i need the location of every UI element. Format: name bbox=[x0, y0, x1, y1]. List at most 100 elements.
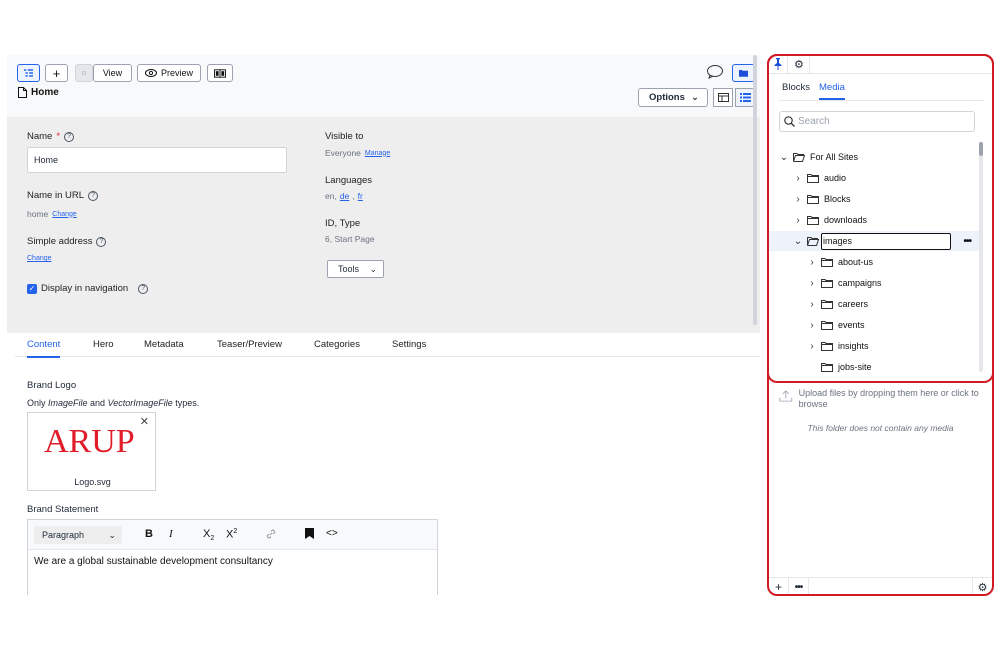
upload-dropzone[interactable]: Upload files by dropping them here or cl… bbox=[779, 388, 979, 410]
tree-item-campaigns[interactable]: › campaigns bbox=[769, 273, 981, 293]
folder-icon bbox=[821, 362, 833, 372]
page-title: Home bbox=[18, 87, 59, 98]
empty-folder-message: This folder does not contain any media bbox=[807, 423, 954, 433]
tree-item-events[interactable]: › events bbox=[769, 315, 981, 335]
logo-file-name: Logo.svg bbox=[74, 477, 111, 487]
tree-scrollbar-thumb[interactable] bbox=[979, 142, 983, 156]
compare-icon bbox=[214, 68, 226, 78]
media-search-input[interactable]: Search bbox=[779, 111, 975, 132]
page-tree-toggle-button[interactable] bbox=[17, 64, 40, 82]
plus-icon[interactable]: + bbox=[769, 577, 789, 594]
chevron-down-icon[interactable]: ⌄ bbox=[779, 152, 789, 163]
compare-button[interactable] bbox=[207, 64, 233, 82]
tab-settings[interactable]: Settings bbox=[392, 339, 426, 350]
languages-label: Languages bbox=[325, 175, 373, 186]
tree-item-about-us[interactable]: › about-us bbox=[769, 252, 981, 272]
chevron-right-icon[interactable]: › bbox=[793, 173, 803, 184]
chevron-down-icon[interactable]: ⌄ bbox=[793, 236, 803, 247]
help-icon[interactable]: ? bbox=[64, 131, 75, 142]
bookmark-icon[interactable] bbox=[305, 528, 314, 542]
italic-icon[interactable]: I bbox=[169, 528, 173, 540]
id-type-value: 6, Start Page bbox=[325, 234, 375, 244]
search-placeholder: Search bbox=[798, 116, 830, 127]
chevron-right-icon[interactable]: › bbox=[807, 299, 817, 310]
page-title-text: Home bbox=[31, 87, 59, 98]
layout-list-button[interactable] bbox=[735, 88, 755, 107]
editor-scrollbar[interactable] bbox=[753, 55, 757, 325]
chevron-right-icon[interactable]: › bbox=[807, 320, 817, 331]
tree-item-jobs-site[interactable]: jobs-site bbox=[769, 357, 981, 376]
tab-content[interactable]: Content bbox=[27, 339, 61, 358]
eye-icon bbox=[144, 69, 157, 77]
brand-logo-card[interactable]: ARUP ✕ Logo.svg bbox=[27, 412, 156, 491]
gear-icon[interactable]: ⚙ bbox=[794, 58, 804, 71]
chevron-right-icon[interactable]: › bbox=[793, 215, 803, 226]
more-options-icon[interactable]: ••• bbox=[963, 236, 971, 247]
tree-scrollbar[interactable] bbox=[979, 142, 983, 372]
close-icon[interactable]: ✕ bbox=[140, 415, 149, 428]
media-panel-toggle-button[interactable] bbox=[732, 64, 755, 82]
tab-categories[interactable]: Categories bbox=[314, 339, 360, 350]
tab-metadata[interactable]: Metadata bbox=[144, 339, 184, 350]
options-dropdown[interactable]: Options ⌄ bbox=[638, 88, 708, 107]
rich-text-toolbar: Paragraph ⌄ B I X2 X2 <> bbox=[28, 520, 437, 550]
tab-teaser-preview[interactable]: Teaser/Preview bbox=[217, 339, 282, 350]
logo-type-hint: Only ImageFile and VectorImageFile types… bbox=[27, 398, 200, 408]
more-options-icon[interactable]: ••• bbox=[789, 577, 809, 594]
add-page-button[interactable]: + bbox=[45, 64, 68, 82]
link-icon[interactable] bbox=[265, 528, 277, 543]
chevron-right-icon[interactable]: › bbox=[807, 341, 817, 352]
code-icon[interactable]: <> bbox=[326, 528, 338, 539]
chevron-right-icon[interactable]: › bbox=[807, 257, 817, 268]
language-de-link[interactable]: de bbox=[340, 191, 349, 201]
superscript-icon[interactable]: X2 bbox=[226, 528, 237, 541]
folder-rename-input[interactable]: images bbox=[821, 232, 951, 250]
arup-logo: ARUP bbox=[44, 423, 135, 460]
url-name-label: Name in URL ? bbox=[27, 190, 99, 201]
panel-footer: + ••• ⚙ bbox=[769, 577, 992, 594]
folder-icon bbox=[821, 278, 833, 288]
folder-icon bbox=[739, 70, 748, 77]
brand-statement-text[interactable]: We are a global sustainable development … bbox=[28, 550, 437, 573]
pin-icon[interactable] bbox=[773, 58, 783, 73]
tools-dropdown[interactable]: Tools ⌄ bbox=[327, 260, 384, 278]
tree-item-careers[interactable]: › careers bbox=[769, 294, 981, 314]
tree-item-downloads[interactable]: › downloads bbox=[769, 210, 981, 230]
tab-media[interactable]: Media bbox=[819, 82, 845, 100]
subscript-icon[interactable]: X2 bbox=[203, 528, 214, 542]
editor-toolbar: + View Preview Home Options ⌄ bbox=[7, 55, 760, 117]
help-icon[interactable]: ? bbox=[88, 190, 99, 201]
languages-value: en, de, fr bbox=[325, 191, 363, 201]
tab-blocks[interactable]: Blocks bbox=[782, 82, 810, 93]
edit-disabled-button[interactable] bbox=[75, 64, 93, 82]
tree-item-audio[interactable]: › audio bbox=[769, 168, 981, 188]
change-url-link[interactable]: Change bbox=[52, 211, 77, 218]
layout-split-button[interactable] bbox=[713, 88, 733, 107]
comments-icon[interactable] bbox=[707, 65, 723, 82]
display-in-navigation[interactable]: ✓ Display in navigation ? bbox=[27, 283, 149, 294]
manage-visibility-link[interactable]: Manage bbox=[365, 150, 390, 157]
visible-to-value: Everyone Manage bbox=[325, 148, 391, 158]
view-button[interactable]: View bbox=[93, 64, 132, 82]
page-editor: + View Preview Home Options ⌄ Name * ? H… bbox=[7, 55, 760, 595]
tree-item-for-all-sites[interactable]: ⌄ For All Sites bbox=[769, 147, 981, 167]
language-fr-link[interactable]: fr bbox=[358, 191, 363, 201]
help-icon[interactable]: ? bbox=[138, 283, 149, 294]
paragraph-format-select[interactable]: Paragraph ⌄ bbox=[34, 526, 122, 544]
name-label: Name * ? bbox=[27, 131, 75, 142]
preview-button[interactable]: Preview bbox=[137, 64, 201, 82]
chevron-right-icon[interactable]: › bbox=[807, 278, 817, 289]
tree-item-insights[interactable]: › insights bbox=[769, 336, 981, 356]
tab-hero[interactable]: Hero bbox=[93, 339, 114, 350]
gear-icon[interactable]: ⚙ bbox=[972, 577, 992, 594]
checkbox-checked-icon[interactable]: ✓ bbox=[27, 283, 37, 294]
tree-item-blocks[interactable]: › Blocks bbox=[769, 189, 981, 209]
folder-icon bbox=[821, 299, 833, 309]
name-input[interactable]: Home bbox=[27, 147, 287, 173]
tree-item-images[interactable]: ⌄ images ••• bbox=[769, 231, 981, 251]
folder-open-icon bbox=[793, 152, 805, 162]
change-simple-address-link[interactable]: Change bbox=[27, 255, 52, 262]
help-icon[interactable]: ? bbox=[96, 236, 107, 247]
bold-icon[interactable]: B bbox=[145, 528, 153, 540]
chevron-right-icon[interactable]: › bbox=[793, 194, 803, 205]
